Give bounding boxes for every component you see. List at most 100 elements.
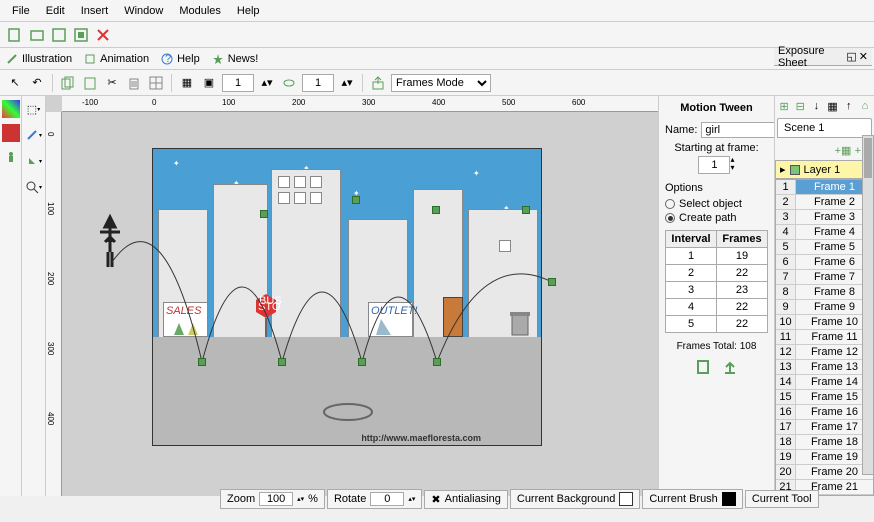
paste-icon[interactable] bbox=[81, 74, 99, 92]
cut-icon[interactable]: ✂ bbox=[103, 74, 121, 92]
antialias-toggle[interactable]: ✖ Antialiasing bbox=[424, 490, 507, 509]
start-spin-icon[interactable]: ▴▾ bbox=[730, 156, 734, 174]
scroll-thumb[interactable] bbox=[864, 138, 872, 178]
copy-icon[interactable] bbox=[59, 74, 77, 92]
reset-tween-icon[interactable] bbox=[721, 358, 739, 376]
menu-help[interactable]: Help bbox=[229, 3, 268, 19]
undo-icon[interactable]: ↶ bbox=[28, 74, 46, 92]
open-icon[interactable] bbox=[28, 26, 46, 44]
menu-file[interactable]: File bbox=[4, 3, 38, 19]
frame-row[interactable]: 8Frame 8 bbox=[776, 285, 873, 300]
frame-row[interactable]: 13Frame 13 bbox=[776, 360, 873, 375]
frame-row[interactable]: 12Frame 12 bbox=[776, 345, 873, 360]
current-bg[interactable]: Current Background bbox=[510, 489, 640, 509]
mode-news[interactable]: News! bbox=[212, 53, 259, 65]
current-tool[interactable]: Current Tool bbox=[745, 490, 819, 508]
remove-scene-icon[interactable]: ⊟ bbox=[793, 97, 807, 115]
menu-modules[interactable]: Modules bbox=[171, 3, 229, 19]
onion-icon[interactable] bbox=[280, 74, 298, 92]
save-as-icon[interactable] bbox=[72, 26, 90, 44]
onion-value-input[interactable] bbox=[302, 74, 334, 92]
onion-spin-icon[interactable]: ▴▾ bbox=[338, 74, 356, 92]
mode-animation[interactable]: Animation bbox=[84, 53, 149, 65]
frame-row[interactable]: 11Frame 11 bbox=[776, 330, 873, 345]
current-brush[interactable]: Current Brush bbox=[642, 489, 742, 509]
canvas-viewport[interactable]: ✦ ✦ ✦ ✦ ✦ ✦ SALES bbox=[62, 112, 658, 496]
layer-settings-icon[interactable]: ▦ bbox=[826, 97, 840, 115]
layer-header[interactable]: ▸ Layer 1 bbox=[775, 160, 874, 179]
path-node[interactable] bbox=[522, 206, 530, 214]
path-node[interactable] bbox=[433, 358, 441, 366]
path-node[interactable] bbox=[352, 196, 360, 204]
rotate-spin-icon[interactable]: ▴▾ bbox=[408, 495, 415, 503]
path-node[interactable] bbox=[548, 278, 556, 286]
path-node[interactable] bbox=[358, 358, 366, 366]
export-icon[interactable] bbox=[369, 74, 387, 92]
layer-color-swatch[interactable] bbox=[790, 165, 800, 175]
girl-sprite[interactable] bbox=[90, 212, 130, 267]
table-row[interactable]: 119 bbox=[666, 248, 768, 265]
frame-row[interactable]: 5Frame 5 bbox=[776, 240, 873, 255]
frame-row[interactable]: 15Frame 15 bbox=[776, 390, 873, 405]
palette-icon[interactable] bbox=[2, 100, 20, 118]
layer-visibility-icon[interactable]: ▸ bbox=[780, 163, 786, 176]
frame-row[interactable]: 14Frame 14 bbox=[776, 375, 873, 390]
mode-illustration[interactable]: Illustration bbox=[6, 53, 72, 65]
move-down-icon[interactable]: ↓ bbox=[809, 97, 823, 115]
zoom-input[interactable] bbox=[259, 492, 293, 506]
fill-tool-icon[interactable]: ▾ bbox=[25, 152, 43, 170]
zoom-spin-icon[interactable]: ▴▾ bbox=[297, 495, 304, 503]
table-row[interactable]: 323 bbox=[666, 282, 768, 299]
apply-tween-icon[interactable] bbox=[695, 358, 713, 376]
menu-edit[interactable]: Edit bbox=[38, 3, 73, 19]
add-scene-icon[interactable]: ⊞ bbox=[777, 97, 791, 115]
frame-row[interactable]: 16Frame 16 bbox=[776, 405, 873, 420]
frame-row[interactable]: 6Frame 6 bbox=[776, 255, 873, 270]
frame-row[interactable]: 1Frame 1 bbox=[776, 180, 873, 195]
add-layer-icon[interactable]: +▦ bbox=[834, 141, 852, 159]
frame-row[interactable]: 4Frame 4 bbox=[776, 225, 873, 240]
rotate-input[interactable] bbox=[370, 492, 404, 506]
table-row[interactable]: 522 bbox=[666, 316, 768, 333]
mode-help[interactable]: ?Help bbox=[161, 53, 200, 65]
select-object-option[interactable]: Select object bbox=[665, 198, 768, 210]
menu-insert[interactable]: Insert bbox=[73, 3, 117, 19]
frame-row[interactable]: 10Frame 10 bbox=[776, 315, 873, 330]
create-path-option[interactable]: Create path bbox=[665, 212, 768, 224]
new-icon[interactable] bbox=[6, 26, 24, 44]
frames-mode-select[interactable]: Frames Mode bbox=[391, 74, 491, 92]
starting-frame-input[interactable] bbox=[698, 156, 730, 174]
path-node[interactable] bbox=[278, 358, 286, 366]
character-icon[interactable] bbox=[2, 148, 20, 166]
path-node[interactable] bbox=[260, 210, 268, 218]
frame-row[interactable]: 18Frame 18 bbox=[776, 435, 873, 450]
close-panel-icon[interactable]: ✕ bbox=[859, 50, 868, 63]
pointer-icon[interactable]: ↖ bbox=[6, 74, 24, 92]
close-icon[interactable] bbox=[94, 26, 112, 44]
frame-row[interactable]: 20Frame 20 bbox=[776, 465, 873, 480]
scene-tab[interactable]: Scene 1 bbox=[777, 118, 872, 138]
save-icon[interactable] bbox=[50, 26, 68, 44]
frame-row[interactable]: 19Frame 19 bbox=[776, 450, 873, 465]
undock-icon[interactable]: ◱ bbox=[846, 50, 856, 63]
zoom-tool-icon[interactable]: ▾ bbox=[25, 178, 43, 196]
frame-row[interactable]: 9Frame 9 bbox=[776, 300, 873, 315]
path-node[interactable] bbox=[432, 206, 440, 214]
frame-spin-icon[interactable]: ▴▾ bbox=[258, 74, 276, 92]
home-icon[interactable]: ⌂ bbox=[858, 97, 872, 115]
table-row[interactable]: 422 bbox=[666, 299, 768, 316]
frame-number-input[interactable] bbox=[222, 74, 254, 92]
frame-row[interactable]: 17Frame 17 bbox=[776, 420, 873, 435]
select-tool-icon[interactable]: ⬚▾ bbox=[25, 100, 43, 118]
path-node[interactable] bbox=[198, 358, 206, 366]
delete-icon[interactable] bbox=[125, 74, 143, 92]
frame-row[interactable]: 2Frame 2 bbox=[776, 195, 873, 210]
palette2-icon[interactable] bbox=[2, 124, 20, 142]
brush-tool-icon[interactable]: ▾ bbox=[25, 126, 43, 144]
table-row[interactable]: 222 bbox=[666, 265, 768, 282]
menu-window[interactable]: Window bbox=[116, 3, 171, 19]
scrollbar-vertical[interactable] bbox=[862, 135, 874, 475]
group-icon[interactable]: ▦ bbox=[178, 74, 196, 92]
grid-icon[interactable] bbox=[147, 74, 165, 92]
move-up-icon[interactable]: ↑ bbox=[842, 97, 856, 115]
